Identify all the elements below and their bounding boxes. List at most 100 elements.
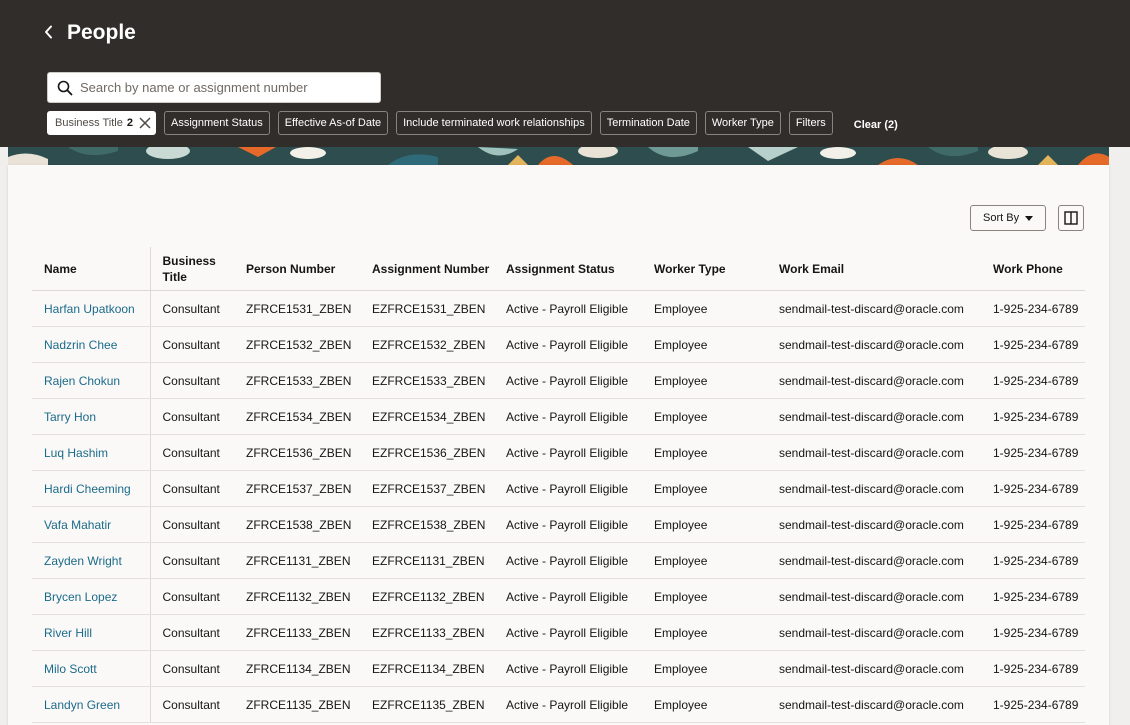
cell-assignment-status: Active - Payroll Eligible — [494, 686, 642, 723]
filter-chip-assignment-status[interactable]: Assignment Status — [164, 111, 270, 135]
cell-work-phone: 1-925-234-6789 — [981, 614, 1085, 651]
table-row[interactable]: Vafa Mahatir Consultant ZFRCE1538_ZBEN EZFR… — [32, 506, 1085, 543]
cell-person-number: ZFRCE1538_ZBEN — [234, 506, 360, 543]
chevron-left-icon — [45, 25, 52, 39]
column-header-business-title[interactable]: Business Title — [150, 247, 234, 291]
people-table-container[interactable]: Name Business Title Person Number Assign… — [32, 247, 1085, 725]
filter-chip-termination-date[interactable]: Termination Date — [599, 111, 697, 135]
cell-assignment-number: EZFRCE1534_ZBEN — [360, 398, 494, 435]
cell-person-number: ZFRCE1134_ZBEN — [234, 650, 360, 687]
person-name-link[interactable]: Zayden Wright — [44, 554, 122, 568]
cell-assignment-status: Active - Payroll Eligible — [494, 542, 642, 579]
cell-assignment-status: Active - Payroll Eligible — [494, 362, 642, 399]
person-name-link[interactable]: Milo Scott — [44, 662, 97, 676]
cell-assignment-status: Active - Payroll Eligible — [494, 614, 642, 651]
table-row[interactable]: Harfan Upatkoon Consultant ZFRCE1531_ZBEN E… — [32, 290, 1085, 327]
person-name-link[interactable]: Landyn Green — [44, 698, 120, 712]
cell-work-email: sendmail-test-discard@oracle.com — [767, 578, 981, 615]
cell-business-title: Consultant — [150, 326, 234, 363]
cell-assignment-status: Active - Payroll Eligible — [494, 470, 642, 507]
filter-chip-effective-date[interactable]: Effective As-of Date — [277, 111, 389, 135]
remove-filter-button[interactable] — [139, 117, 151, 129]
filter-chip-business-title[interactable]: Business Title 2 — [47, 111, 156, 135]
person-name-link[interactable]: Nadzrin Chee — [44, 338, 117, 352]
table-row[interactable]: Brycen Lopez Consultant ZFRCE1132_ZBEN EZFR… — [32, 578, 1085, 615]
cell-work-phone: 1-925-234-6789 — [981, 362, 1085, 399]
search-input[interactable] — [80, 73, 370, 102]
column-header-assignment-status[interactable]: Assignment Status — [494, 247, 642, 291]
filter-chip-include-terminated[interactable]: Include terminated work relationships — [396, 111, 592, 135]
search-box[interactable] — [47, 72, 381, 103]
filter-chip-worker-type[interactable]: Worker Type — [704, 111, 781, 135]
person-name-link[interactable]: River Hill — [44, 626, 92, 640]
cell-person-name: Landyn Green — [32, 686, 151, 723]
cell-assignment-number: EZFRCE1538_ZBEN — [360, 506, 494, 543]
page-header: People Business Title 2 Assignment Statu… — [0, 0, 1130, 147]
table-row[interactable]: Zayden Wright Consultant ZFRCE1131_ZBEN EZF… — [32, 542, 1085, 579]
cell-business-title: Consultant — [150, 578, 234, 615]
table-row[interactable]: Nadzrin Chee Consultant ZFRCE1532_ZBEN EZFR… — [32, 326, 1085, 363]
table-row[interactable]: Landyn Green Consultant ZFRCE1135_ZBEN EZFR… — [32, 686, 1085, 723]
cell-work-email: sendmail-test-discard@oracle.com — [767, 614, 981, 651]
cell-assignment-number: EZFRCE1135_ZBEN — [360, 686, 494, 723]
person-name-link[interactable]: Harfan Upatkoon — [44, 302, 135, 316]
cell-person-number: ZFRCE1132_ZBEN — [234, 578, 360, 615]
cell-work-email: sendmail-test-discard@oracle.com — [767, 686, 981, 723]
cell-assignment-status: Active - Payroll Eligible — [494, 434, 642, 471]
columns-icon — [1064, 211, 1078, 225]
decorative-banner — [8, 147, 1109, 165]
cell-work-phone: 1-925-234-6789 — [981, 578, 1085, 615]
column-header-work-email[interactable]: Work Email — [767, 247, 981, 291]
table-row[interactable]: Luq Hashim Consultant ZFRCE1536_ZBEN EZFRCE… — [32, 434, 1085, 471]
cell-work-phone: 1-925-234-6789 — [981, 506, 1085, 543]
cell-assignment-number: EZFRCE1537_ZBEN — [360, 470, 494, 507]
clear-filters-link[interactable]: Clear (2) — [854, 119, 898, 131]
person-name-link[interactable]: Luq Hashim — [44, 446, 108, 460]
cell-assignment-number: EZFRCE1133_ZBEN — [360, 614, 494, 651]
cell-worker-type: Employee — [642, 650, 767, 687]
cell-person-number: ZFRCE1532_ZBEN — [234, 326, 360, 363]
filter-chip-count: 2 — [126, 117, 133, 129]
table-row[interactable]: River Hill Consultant ZFRCE1133_ZBEN EZFRCE… — [32, 614, 1085, 651]
table-header-row: Name Business Title Person Number Assign… — [32, 247, 1085, 291]
column-header-worker-type[interactable]: Worker Type — [642, 247, 767, 291]
table-row[interactable]: Tarry Hon Consultant ZFRCE1534_ZBEN EZFRCE1… — [32, 398, 1085, 435]
column-header-name[interactable]: Name — [32, 247, 151, 291]
cell-person-number: ZFRCE1533_ZBEN — [234, 362, 360, 399]
person-name-link[interactable]: Vafa Mahatir — [44, 518, 111, 532]
table-row[interactable]: Hardi Cheeming Consultant ZFRCE1537_ZBEN EZ… — [32, 470, 1085, 507]
sort-by-label: Sort By — [983, 212, 1020, 224]
people-table: Name Business Title Person Number Assign… — [32, 247, 1085, 723]
cell-business-title: Consultant — [150, 614, 234, 651]
cell-person-name: Brycen Lopez — [32, 578, 151, 615]
cell-person-name: River Hill — [32, 614, 151, 651]
column-layout-button[interactable] — [1058, 205, 1084, 231]
person-name-link[interactable]: Rajen Chokun — [44, 374, 120, 388]
filters-button[interactable]: Filters — [788, 111, 833, 135]
cell-person-number: ZFRCE1135_ZBEN — [234, 686, 360, 723]
cell-business-title: Consultant — [150, 398, 234, 435]
cell-work-email: sendmail-test-discard@oracle.com — [767, 362, 981, 399]
cell-person-number: ZFRCE1131_ZBEN — [234, 542, 360, 579]
cell-work-email: sendmail-test-discard@oracle.com — [767, 650, 981, 687]
table-row[interactable]: Rajen Chokun Consultant ZFRCE1533_ZBEN EZFR… — [32, 362, 1085, 399]
cell-assignment-number: EZFRCE1134_ZBEN — [360, 650, 494, 687]
cell-work-phone: 1-925-234-6789 — [981, 542, 1085, 579]
sort-by-button[interactable]: Sort By — [970, 205, 1046, 231]
column-header-work-phone[interactable]: Work Phone — [981, 247, 1085, 291]
person-name-link[interactable]: Hardi Cheeming — [44, 482, 131, 496]
cell-work-email: sendmail-test-discard@oracle.com — [767, 398, 981, 435]
back-button[interactable] — [38, 20, 60, 44]
person-name-link[interactable]: Tarry Hon — [44, 410, 96, 424]
person-name-link[interactable]: Brycen Lopez — [44, 590, 117, 604]
column-header-person-number[interactable]: Person Number — [234, 247, 360, 291]
cell-person-name: Vafa Mahatir — [32, 506, 151, 543]
cell-assignment-status: Active - Payroll Eligible — [494, 326, 642, 363]
cell-assignment-status: Active - Payroll Eligible — [494, 650, 642, 687]
cell-work-email: sendmail-test-discard@oracle.com — [767, 290, 981, 327]
cell-assignment-status: Active - Payroll Eligible — [494, 290, 642, 327]
table-row[interactable]: Milo Scott Consultant ZFRCE1134_ZBEN EZFRCE… — [32, 650, 1085, 687]
cell-person-name: Zayden Wright — [32, 542, 151, 579]
column-header-assignment-number[interactable]: Assignment Number — [360, 247, 494, 291]
cell-worker-type: Employee — [642, 542, 767, 579]
